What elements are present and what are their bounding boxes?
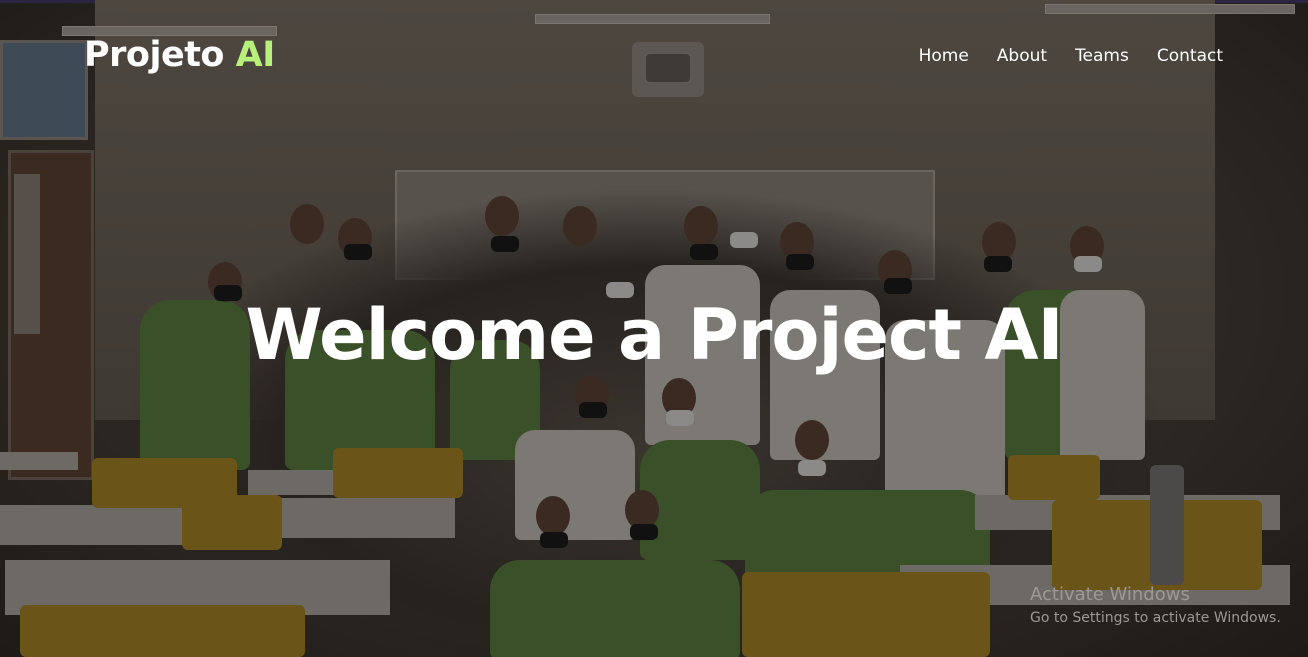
- nav-link-contact[interactable]: Contact: [1157, 46, 1223, 66]
- student-head: [684, 206, 718, 246]
- nav-link-home[interactable]: Home: [919, 46, 969, 66]
- activate-windows-watermark: Activate Windows Go to Settings to activ…: [1030, 584, 1281, 628]
- chair-image: [1008, 455, 1100, 500]
- student-figure: [515, 430, 635, 540]
- face-mask: [540, 532, 568, 548]
- brand-logo[interactable]: Projeto AI: [84, 33, 275, 77]
- watermark-title: Activate Windows: [1030, 584, 1190, 605]
- nav-link-teams[interactable]: Teams: [1075, 46, 1129, 66]
- chair-image: [742, 572, 990, 657]
- student-head: [795, 420, 829, 460]
- hero-title: Welcome a Project AI: [245, 294, 1063, 376]
- watermark-subtitle: Go to Settings to activate Windows.: [1030, 610, 1281, 626]
- face-mask: [798, 460, 826, 476]
- face-mask: [344, 244, 372, 260]
- face-mask: [690, 244, 718, 260]
- student-figure: [640, 440, 760, 560]
- student-figure: [490, 560, 740, 657]
- brand-text: Projeto: [84, 35, 236, 75]
- face-mask: [630, 524, 658, 540]
- nav-item: About: [997, 44, 1047, 68]
- chair-image: [182, 495, 282, 550]
- face-mask: [730, 232, 758, 248]
- face-mask: [666, 410, 694, 426]
- student-head: [485, 196, 519, 236]
- nav-menu: Home About Teams Contact: [919, 44, 1223, 68]
- nav-link-about[interactable]: About: [997, 46, 1047, 66]
- nav-item: Home: [919, 44, 969, 68]
- desk-image: [0, 452, 78, 470]
- desk-image: [248, 470, 343, 495]
- desk-image: [260, 498, 455, 538]
- student-head: [563, 206, 597, 246]
- hero-section: Projeto AI Home About Teams Contact Welc…: [0, 0, 1308, 657]
- face-mask: [579, 402, 607, 418]
- nav-item: Contact: [1157, 44, 1223, 68]
- chair-image: [333, 448, 463, 498]
- water-bottle-image: [1150, 465, 1184, 585]
- chair-image: [20, 605, 305, 657]
- desk-image: [0, 505, 190, 545]
- student-head: [536, 496, 570, 536]
- face-mask: [491, 236, 519, 252]
- student-head: [290, 204, 324, 244]
- face-mask: [984, 256, 1012, 272]
- nav-item: Teams: [1075, 44, 1129, 68]
- brand-accent: AI: [235, 35, 276, 75]
- face-mask: [1074, 256, 1102, 272]
- navbar: Projeto AI Home About Teams Contact: [0, 0, 1308, 110]
- face-mask: [786, 254, 814, 270]
